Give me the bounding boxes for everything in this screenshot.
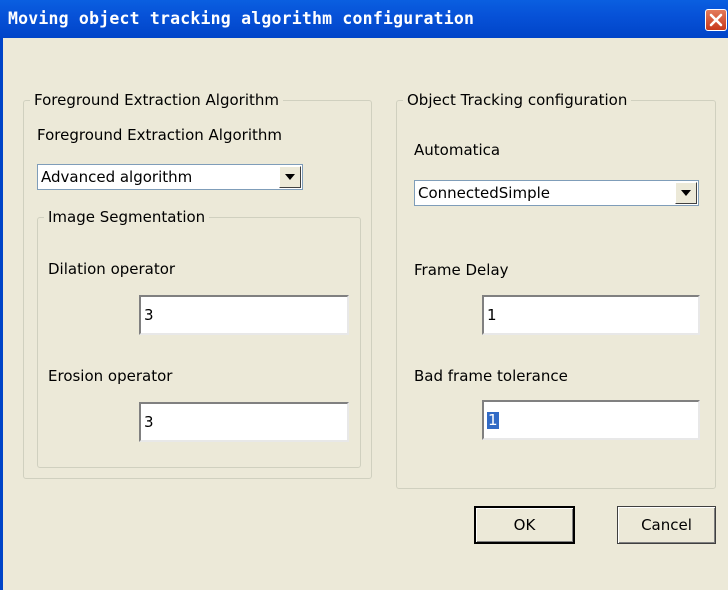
foreground-label: Foreground Extraction Algorithm <box>37 126 282 144</box>
erosion-value: 3 <box>144 413 154 431</box>
dilation-input[interactable]: 3 <box>139 295 349 335</box>
foreground-dropdown-button[interactable] <box>279 166 301 188</box>
frame-delay-value: 1 <box>487 306 497 324</box>
window-border <box>0 38 3 590</box>
dilation-label: Dilation operator <box>48 260 176 278</box>
automatica-value: ConnectedSimple <box>418 184 550 202</box>
automatica-dropdown-button[interactable] <box>675 182 697 204</box>
close-icon <box>709 13 723 27</box>
foreground-group-legend: Foreground Extraction Algorithm <box>34 91 279 109</box>
chevron-down-icon <box>285 174 295 180</box>
cancel-button[interactable]: Cancel <box>617 506 716 544</box>
chevron-down-icon <box>681 190 691 196</box>
bad-frame-input[interactable]: 1 <box>482 400 700 440</box>
segmentation-group-legend: Image Segmentation <box>48 208 206 226</box>
ok-button[interactable]: OK <box>474 506 575 544</box>
bad-frame-label: Bad frame tolerance <box>414 367 568 385</box>
frame-delay-label: Frame Delay <box>414 261 509 279</box>
title-bar[interactable]: Moving object tracking algorithm configu… <box>0 0 728 38</box>
tracking-group-legend: Object Tracking configuration <box>407 91 628 109</box>
foreground-algorithm-value: Advanced algorithm <box>41 168 193 186</box>
frame-delay-input[interactable]: 1 <box>482 295 700 335</box>
foreground-algorithm-select[interactable]: Advanced algorithm <box>37 164 303 190</box>
bad-frame-value: 1 <box>487 411 499 429</box>
dilation-value: 3 <box>144 306 154 324</box>
erosion-label: Erosion operator <box>48 367 173 385</box>
automatica-label: Automatica <box>414 141 501 159</box>
window-title: Moving object tracking algorithm configu… <box>8 9 475 28</box>
automatica-select[interactable]: ConnectedSimple <box>414 180 699 206</box>
close-button[interactable] <box>705 9 727 31</box>
erosion-input[interactable]: 3 <box>139 402 349 442</box>
